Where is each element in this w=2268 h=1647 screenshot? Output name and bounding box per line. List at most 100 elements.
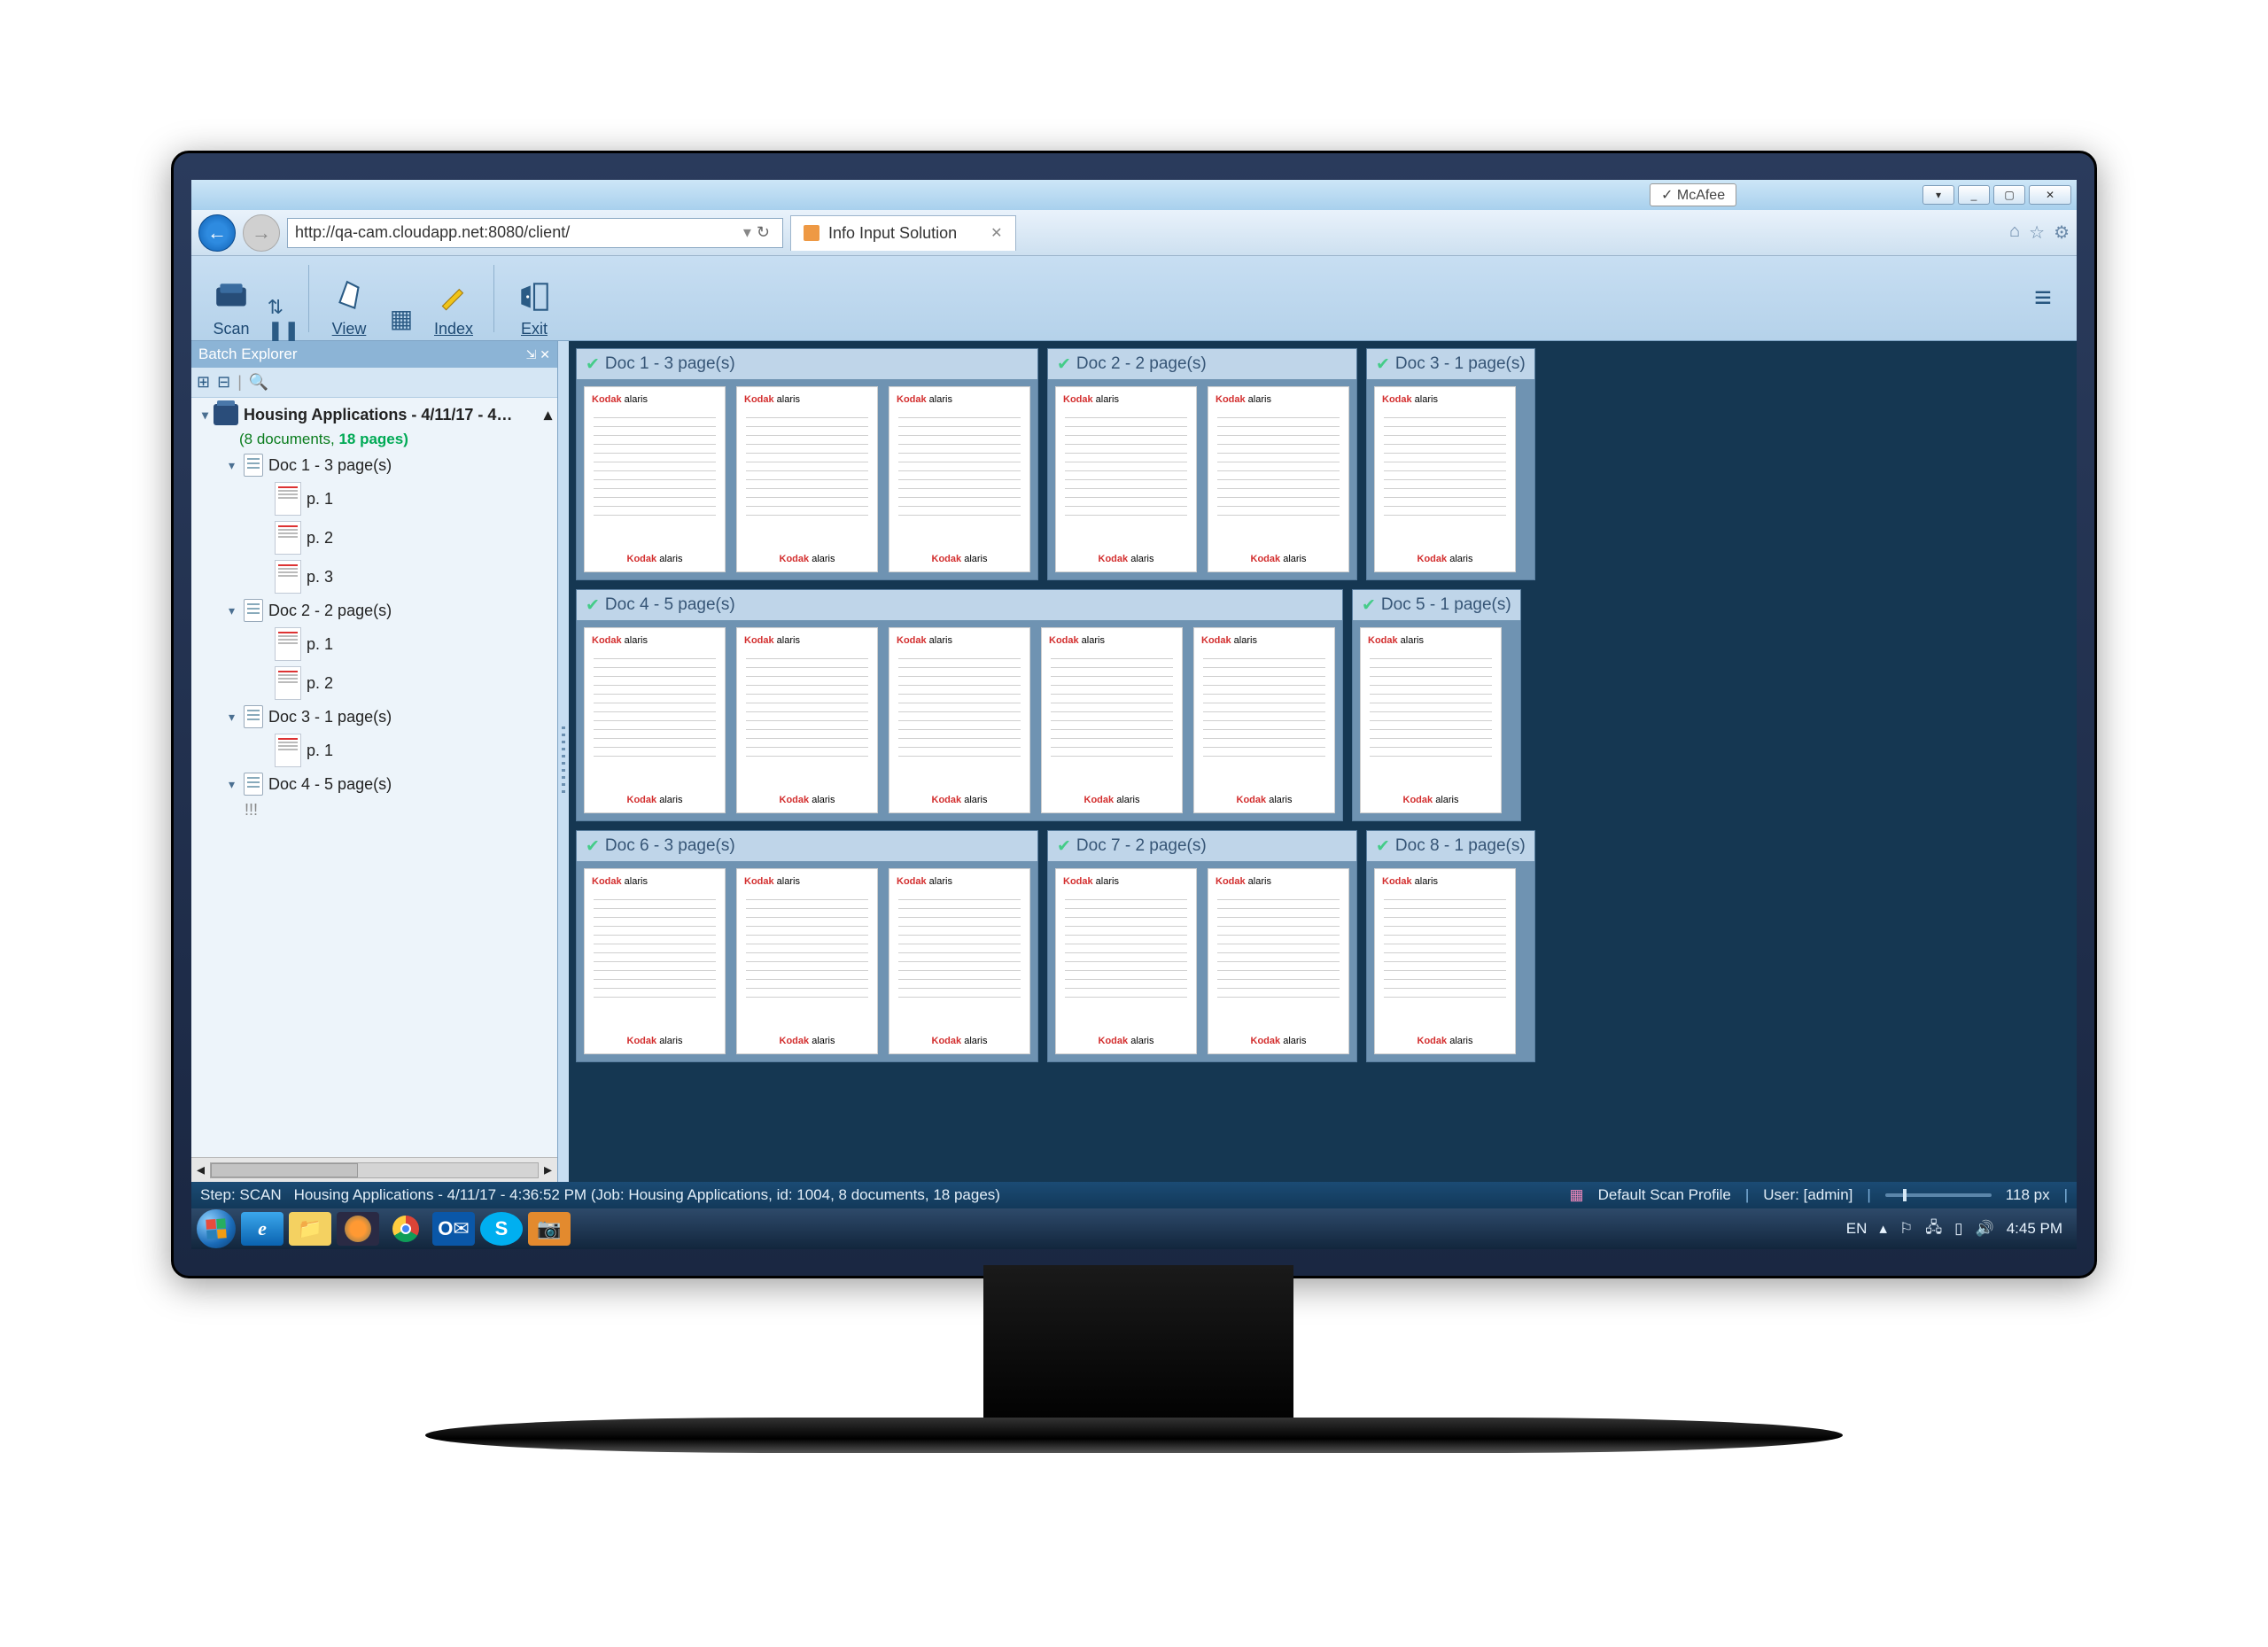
browser-tab[interactable]: Info Input Solution ✕	[790, 215, 1016, 251]
zoom-slider[interactable]	[1885, 1193, 1992, 1197]
page-thumbnail[interactable]: Kodak alaris Kodak alaris	[1374, 386, 1516, 572]
page-thumbnail[interactable]: Kodak alaris Kodak alaris	[1041, 627, 1183, 813]
page-thumbnail[interactable]: Kodak alaris Kodak alaris	[1374, 868, 1516, 1054]
minimize-button[interactable]: _	[1958, 185, 1990, 205]
doc-group: ✔Doc 1 - 3 page(s) Kodak alaris Kodak al…	[576, 348, 1038, 580]
doc-group-header[interactable]: ✔Doc 4 - 5 page(s)	[577, 590, 1342, 620]
scan-profile[interactable]: Default Scan Profile	[1598, 1186, 1731, 1204]
doc-node[interactable]: ▾Doc 2 - 2 page(s)	[191, 596, 557, 625]
page-thumb-icon	[275, 482, 301, 516]
panel-header-buttons[interactable]: ⇲ ✕	[526, 347, 550, 362]
index-button[interactable]: Index	[423, 259, 485, 338]
page-thumbnail[interactable]: Kodak alaris Kodak alaris	[1208, 868, 1349, 1054]
back-button[interactable]: ←	[198, 214, 236, 252]
page-thumbnail[interactable]: Kodak alaris Kodak alaris	[1193, 627, 1335, 813]
page-node[interactable]: p. 1	[191, 731, 557, 770]
batch-node[interactable]: ▾ Housing Applications - 4/11/17 - 4…▴	[191, 401, 557, 428]
check-icon: ✔	[1057, 354, 1071, 375]
lang-indicator[interactable]: EN	[1846, 1220, 1868, 1238]
page-thumbnail[interactable]: Kodak alaris Kodak alaris	[889, 386, 1030, 572]
page-thumbnail[interactable]: Kodak alaris Kodak alaris	[889, 868, 1030, 1054]
doc-icon	[244, 454, 263, 477]
doc-group: ✔Doc 3 - 1 page(s) Kodak alaris Kodak al…	[1366, 348, 1535, 580]
doc-group-header[interactable]: ✔Doc 7 - 2 page(s)	[1048, 831, 1356, 861]
check-icon: ✔	[586, 354, 600, 375]
task-explorer[interactable]: 📁	[289, 1212, 331, 1246]
page-thumbnail[interactable]: Kodak alaris Kodak alaris	[584, 627, 726, 813]
page-node[interactable]: p. 2	[191, 664, 557, 703]
grid-icon: ▦	[382, 299, 421, 338]
task-skype[interactable]: S	[480, 1212, 523, 1246]
task-snip[interactable]: 📷	[528, 1212, 571, 1246]
action-center-icon[interactable]: ⚐	[1899, 1220, 1913, 1238]
clock[interactable]: 4:45 PM	[2007, 1220, 2062, 1238]
task-chrome[interactable]	[384, 1212, 427, 1246]
page-node[interactable]: p. 1	[191, 479, 557, 518]
page-node[interactable]: p. 1	[191, 625, 557, 664]
battery-icon[interactable]: ▯	[1954, 1220, 1962, 1238]
overflow-indicator: !!!	[191, 798, 557, 822]
doc-group-header[interactable]: ✔Doc 3 - 1 page(s)	[1367, 349, 1534, 379]
page-thumbnail[interactable]: Kodak alaris Kodak alaris	[889, 627, 1030, 813]
doc-group-header[interactable]: ✔Doc 5 - 1 page(s)	[1353, 590, 1520, 620]
user-label: User: [admin]	[1763, 1186, 1852, 1204]
favorites-icon[interactable]: ☆	[2029, 221, 2045, 244]
browser-toolbar: ← → http://qa-cam.cloudapp.net:8080/clie…	[191, 210, 2077, 256]
doc-group-header[interactable]: ✔Doc 1 - 3 page(s)	[577, 349, 1037, 379]
maximize-button[interactable]: ▢	[1993, 185, 2025, 205]
page-thumbnail[interactable]: Kodak alaris Kodak alaris	[736, 868, 878, 1054]
sound-icon[interactable]: 🔊	[1976, 1220, 1994, 1238]
address-bar[interactable]: http://qa-cam.cloudapp.net:8080/client/ …	[287, 218, 783, 248]
zoom-value: 118 px	[2006, 1186, 2050, 1204]
page-node[interactable]: p. 3	[191, 557, 557, 596]
doc-node[interactable]: ▾Doc 3 - 1 page(s)	[191, 703, 557, 731]
profile-icon: ▦	[1570, 1186, 1584, 1204]
dropdown-button[interactable]: ▾	[1922, 185, 1954, 205]
tools-icon[interactable]: ⚙	[2054, 221, 2070, 244]
network-icon[interactable]: 🖧	[1925, 1216, 1942, 1242]
expand-all-button[interactable]: ⊞	[197, 373, 210, 392]
page-thumbnail[interactable]: Kodak alaris Kodak alaris	[1055, 386, 1197, 572]
page-thumbnail[interactable]: Kodak alaris Kodak alaris	[584, 868, 726, 1054]
doc-node[interactable]: ▾Doc 4 - 5 page(s)	[191, 770, 557, 798]
tab-close-icon[interactable]: ✕	[990, 224, 1002, 242]
page-thumbnail[interactable]: Kodak alaris Kodak alaris	[1055, 868, 1197, 1054]
close-button[interactable]: ✕	[2029, 185, 2071, 205]
favicon-icon	[804, 225, 819, 241]
doc-group: ✔Doc 2 - 2 page(s) Kodak alaris Kodak al…	[1047, 348, 1357, 580]
doc-group-header[interactable]: ✔Doc 6 - 3 page(s)	[577, 831, 1037, 861]
check-icon: ✔	[1376, 836, 1390, 857]
doc-group: ✔Doc 4 - 5 page(s) Kodak alaris Kodak al…	[576, 589, 1343, 821]
splitter-handle[interactable]	[558, 341, 569, 1182]
batch-tree[interactable]: ▾ Housing Applications - 4/11/17 - 4…▴ (…	[191, 398, 557, 1157]
exit-button[interactable]: Exit	[503, 259, 565, 338]
page-thumbnail[interactable]: Kodak alaris Kodak alaris	[736, 386, 878, 572]
doc-group-header[interactable]: ✔Doc 8 - 1 page(s)	[1367, 831, 1534, 861]
menu-icon[interactable]: ≡	[2034, 281, 2052, 315]
collapse-all-button[interactable]: ⊟	[217, 373, 230, 392]
thumbnail-button[interactable]: ▦	[385, 259, 417, 338]
scan-pause-button[interactable]: ⇅❚❚	[268, 259, 299, 338]
doc-icon	[244, 599, 263, 622]
page-node[interactable]: p. 2	[191, 518, 557, 557]
tray-caret-icon[interactable]: ▴	[1879, 1220, 1887, 1238]
task-outlook[interactable]: O✉	[432, 1212, 475, 1246]
forward-button[interactable]: →	[243, 214, 280, 252]
page-thumbnail[interactable]: Kodak alaris Kodak alaris	[736, 627, 878, 813]
task-firefox[interactable]	[337, 1212, 379, 1246]
doc-group-header[interactable]: ✔Doc 2 - 2 page(s)	[1048, 349, 1356, 379]
view-button[interactable]: View	[318, 259, 380, 338]
page-thumbnail[interactable]: Kodak alaris Kodak alaris	[1208, 386, 1349, 572]
refresh-icon[interactable]: ↻	[757, 223, 770, 242]
page-thumbnail[interactable]: Kodak alaris Kodak alaris	[584, 386, 726, 572]
mcafee-badge: ✓ McAfee	[1650, 183, 1736, 206]
start-button[interactable]	[197, 1209, 236, 1248]
page-thumbnail[interactable]: Kodak alaris Kodak alaris	[1360, 627, 1502, 813]
doc-node[interactable]: ▾Doc 1 - 3 page(s)	[191, 451, 557, 479]
scan-button[interactable]: Scan	[200, 259, 262, 338]
home-icon[interactable]: ⌂	[2009, 221, 2020, 244]
task-ie[interactable]: e	[241, 1212, 284, 1246]
search-button[interactable]: 🔍	[249, 373, 268, 392]
horizontal-scrollbar[interactable]: ◂▸	[191, 1157, 557, 1182]
page-thumb-icon	[275, 560, 301, 594]
